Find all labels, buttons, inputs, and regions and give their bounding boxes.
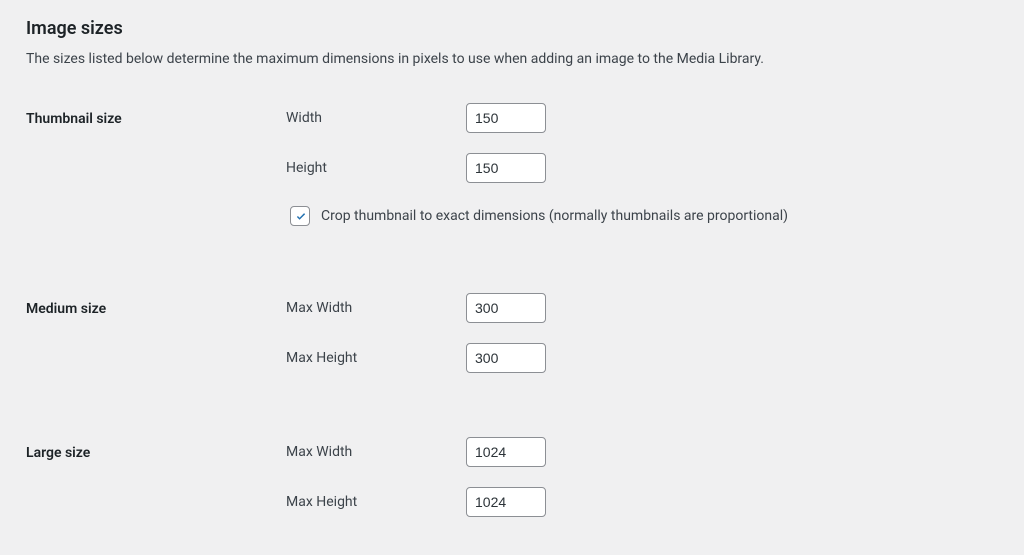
medium-max-width-label: Max Width [286, 300, 466, 316]
image-sizes-table: Thumbnail size Width Height Crop thumbna… [26, 91, 998, 529]
medium-max-height-input[interactable] [466, 343, 546, 373]
large-size-heading: Large size [26, 425, 286, 529]
large-max-height-label: Max Height [286, 494, 466, 510]
thumbnail-crop-checkbox[interactable] [290, 206, 310, 226]
thumbnail-width-input[interactable] [466, 103, 546, 133]
thumbnail-height-input[interactable] [466, 153, 546, 183]
medium-max-height-label: Max Height [286, 350, 466, 366]
thumbnail-crop-label: Crop thumbnail to exact dimensions (norm… [321, 208, 788, 224]
thumbnail-width-label: Width [286, 110, 466, 126]
thumbnail-size-heading: Thumbnail size [26, 91, 286, 241]
large-max-height-input[interactable] [466, 487, 546, 517]
thumbnail-height-label: Height [286, 160, 466, 176]
large-max-width-input[interactable] [466, 437, 546, 467]
medium-max-width-input[interactable] [466, 293, 546, 323]
large-max-width-label: Max Width [286, 444, 466, 460]
section-description: The sizes listed below determine the max… [26, 51, 998, 67]
section-heading-image-sizes: Image sizes [26, 10, 998, 47]
medium-size-heading: Medium size [26, 281, 286, 385]
